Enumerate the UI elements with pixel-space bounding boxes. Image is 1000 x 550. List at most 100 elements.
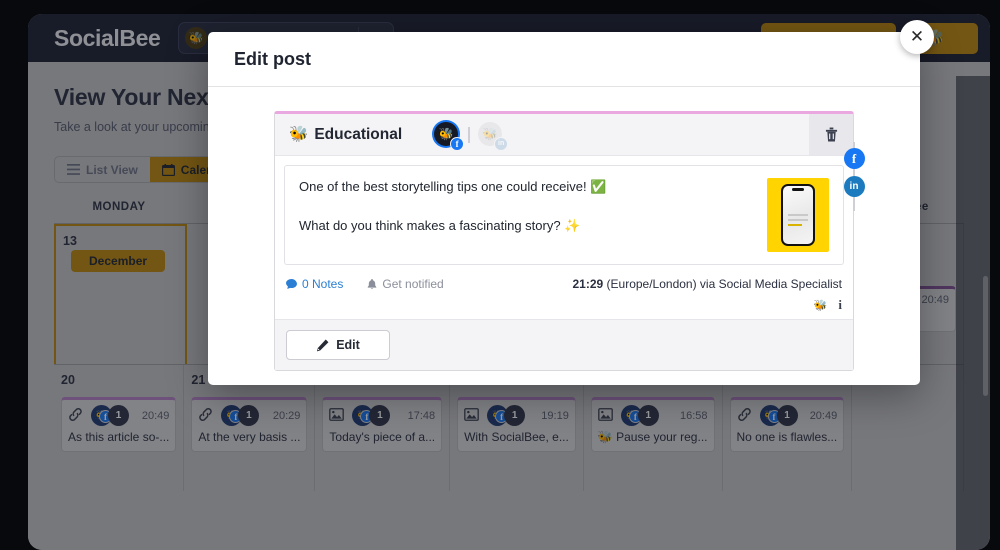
bell-icon [367,278,377,290]
day-number: 13 [63,234,77,248]
post-chip-row: 🐝f1 20:29 [198,405,300,426]
pencil-icon [316,339,329,352]
screen-root: SocialBee 🐝 SocialBee's Workspace ⌄ Add … [0,0,1000,550]
post-chip-text: 🐝 Pause your reg... [597,430,708,444]
edit-button-label: Edit [336,338,360,352]
extra-accounts-count: 1 [637,405,659,426]
post-chip[interactable]: 🐝f1 20:49 No one is flawles... [729,397,845,452]
bee-icon: 🐝 [185,27,208,49]
post-chip[interactable]: 🐝f1 19:19 With SocialBee, e... [457,397,576,452]
account-facebook[interactable]: 🐝 f [434,121,465,151]
image-icon [329,408,346,423]
list-icon [67,164,80,175]
vertical-scrollbar[interactable] [983,276,988,396]
extra-accounts-count: 1 [108,405,129,426]
post-card-footer: Edit [275,319,853,370]
post-category: 🐝 Educational [289,125,402,144]
schedule-time: 21:29 [572,277,604,291]
bee-icon: 🐝 [289,126,309,143]
account-linkedin[interactable]: 🐝 in [478,121,509,151]
post-content[interactable]: One of the best storytelling tips one co… [284,165,844,265]
extra-accounts-count: 1 [369,405,391,426]
post-chip-text: No one is flawles... [736,430,838,444]
post-chip-row: 🐝f1 20:49 [737,405,838,426]
notes-button[interactable]: 0 Notes [286,277,343,291]
facebook-icon[interactable]: f [843,148,865,169]
modal-body: 🐝 Educational 🐝 f 🐝 in One of the best s… [208,87,920,371]
post-chip-avatars: 🐝f1 [91,405,131,426]
post-text-line: What do you think makes a fascinating st… [299,217,581,233]
post-chip-time: 20:29 [272,409,301,422]
post-chip-avatars: 🐝f1 [620,405,661,426]
close-modal-button[interactable]: ✕ [900,20,934,54]
post-text: One of the best storytelling tips one co… [299,178,757,252]
post-chip-time: 19:19 [541,409,569,422]
bee-icon[interactable]: 🐝 [814,299,828,312]
extra-accounts-count: 1 [776,405,798,426]
post-card: 🐝 Educational 🐝 f 🐝 in One of the best s… [274,111,854,371]
post-meta-row: 0 Notes Get notified 21:29 (Europe/Londo… [275,265,853,319]
socialbee-logo[interactable]: SocialBee [54,25,161,52]
calendar-icon [161,163,175,176]
modal-header: Edit post [208,32,920,87]
post-chip[interactable]: 🐝f1 20:49 As this article so-... [61,397,177,452]
tab-list-view-label: List View [86,162,138,177]
post-chip-row: 🐝f1 17:48 [329,405,435,426]
tab-list-view[interactable]: List View [55,157,150,182]
linkedin-icon[interactable]: in [843,176,865,197]
post-schedule-info: 21:29 (Europe/London) via Social Media S… [572,277,842,313]
post-chip[interactable]: 🐝f1 17:48 Today's piece of a... [322,397,443,452]
post-chip-avatars: 🐝f1 [221,405,261,426]
calendar-column-header: MONDAY [92,201,146,213]
trash-icon [825,127,838,142]
image-icon [464,408,481,423]
edit-button[interactable]: Edit [286,330,390,360]
linkedin-icon: in [494,136,509,151]
right-dim-strip [956,76,990,550]
calendar-day-cell[interactable]: 20 🐝f1 20:49 As this article so-... [54,365,185,491]
info-icon[interactable]: i [838,297,842,313]
calendar-day-cell[interactable]: 13 December [54,224,187,364]
schedule-timezone: (Europe/London) via Social Media Special… [606,277,842,291]
post-chip-text: Today's piece of a... [329,430,436,444]
day-number: 20 [61,373,75,387]
post-chip-text: As this article so-... [68,430,170,444]
close-icon: ✕ [909,27,925,46]
schedule-text: 21:29 (Europe/London) via Social Media S… [572,277,842,291]
post-chip-row: 🐝f1 19:19 [464,405,569,426]
divider [468,126,471,143]
link-icon [198,408,215,423]
post-chip-time: 17:48 [407,409,436,422]
get-notified-button[interactable]: Get notified [367,277,444,291]
post-chip[interactable]: 🐝f1 20:29 At the very basis ... [191,397,308,452]
month-pill: December [71,250,166,272]
image-icon [597,408,615,423]
post-chip-avatars: 🐝f1 [352,405,392,426]
post-accounts: 🐝 f 🐝 in [434,121,509,151]
post-image-thumbnail[interactable] [767,178,829,252]
post-chip-row: 🐝f1 20:49 [68,405,169,426]
extra-accounts-count: 1 [238,405,260,426]
post-meta-icons: 🐝 i [572,297,842,313]
post-card-header: 🐝 Educational 🐝 f 🐝 in [275,114,853,156]
post-chip-text: With SocialBee, e... [464,430,569,444]
link-icon [737,408,754,423]
comment-icon [286,279,297,289]
post-networks-rail: f in [838,142,870,211]
notes-label: 0 Notes [302,277,344,291]
post-chip-time: 20:49 [809,409,838,422]
modal-title: Edit post [234,48,311,69]
post-chip-time: 16:58 [679,409,708,422]
link-icon [68,408,85,423]
post-chip-time: 20:49 [921,294,950,306]
post-chip-avatars: 🐝f1 [487,405,527,426]
post-chip-text: At the very basis ... [198,430,301,444]
post-chip-time: 20:49 [141,409,170,422]
get-notified-label: Get notified [382,277,444,291]
post-text-line: One of the best storytelling tips one co… [299,179,607,194]
post-chip-avatars: 🐝f1 [759,405,800,426]
post-chip-row: 🐝f1 16:58 [597,405,708,426]
post-chip[interactable]: 🐝f1 16:58 🐝 Pause your reg... [590,397,715,452]
phone-mockup [781,184,815,246]
extra-accounts-count: 1 [504,405,526,426]
